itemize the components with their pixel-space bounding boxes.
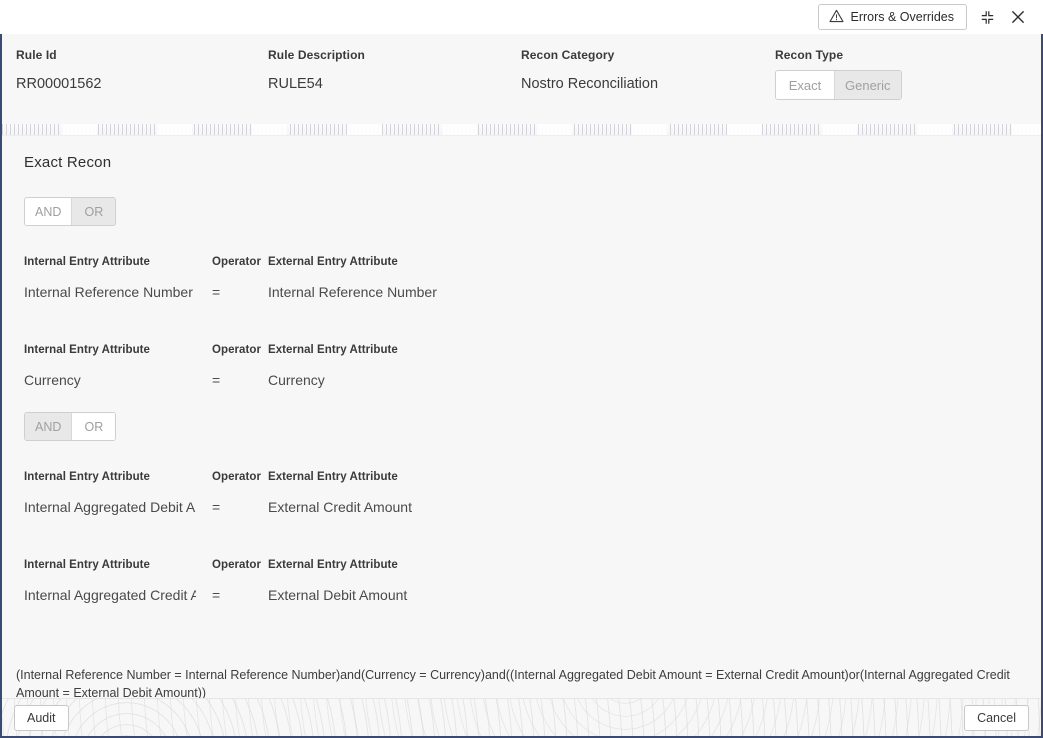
internal-attribute-cell: Internal Entry Attribute Internal Aggreg… — [24, 471, 196, 515]
internal-attribute-header: Internal Entry Attribute — [24, 344, 151, 356]
operator-cell: Operator = — [212, 344, 264, 388]
external-attribute-header: External Entry Attribute — [268, 256, 398, 268]
rule-summary-header: Rule Id RR00001562 Rule Description RULE… — [2, 34, 1041, 124]
external-attribute-value[interactable]: Currency — [268, 372, 568, 388]
condition-row: Internal Entry Attribute Internal Aggreg… — [22, 471, 1027, 533]
external-attribute-value[interactable]: External Credit Amount — [268, 499, 568, 515]
condition-row: Internal Entry Attribute Internal Refere… — [22, 256, 1027, 318]
dialog-footer: Audit Cancel — [2, 698, 1041, 736]
close-icon[interactable] — [1007, 6, 1029, 28]
internal-attribute-value[interactable]: Internal Reference Number — [24, 284, 196, 300]
and-or-toggle-1[interactable]: AND OR — [24, 197, 117, 226]
field-rule-description: Rule Description RULE54 — [268, 48, 365, 92]
internal-attribute-cell: Internal Entry Attribute Internal Aggreg… — [24, 559, 196, 603]
external-attribute-value[interactable]: External Debit Amount — [268, 587, 568, 603]
condition-list-1: Internal Entry Attribute Internal Refere… — [22, 256, 1027, 406]
panel-title: Exact Recon — [24, 154, 112, 171]
operator-header: Operator — [212, 344, 261, 356]
errors-and-overrides-button[interactable]: Errors & Overrides — [817, 4, 967, 30]
internal-attribute-header: Internal Entry Attribute — [24, 559, 151, 571]
internal-attribute-cell: Internal Entry Attribute Currency — [24, 344, 196, 388]
operator-cell: Operator = — [212, 256, 264, 300]
section-divider — [2, 124, 1041, 136]
operator-cell: Operator = — [212, 559, 264, 603]
external-attribute-cell: External Entry Attribute External Credit… — [268, 471, 568, 515]
condition-row: Internal Entry Attribute Currency Operat… — [22, 344, 1027, 406]
operator-header: Operator — [212, 256, 261, 268]
field-recon-type: Recon Type Exact Generic — [775, 48, 902, 100]
rule-id-label: Rule Id — [16, 48, 57, 62]
operator-value[interactable]: = — [212, 499, 264, 515]
internal-attribute-header: Internal Entry Attribute — [24, 471, 151, 483]
operator-cell: Operator = — [212, 471, 264, 515]
collapse-icon[interactable] — [976, 6, 998, 28]
condition-list-2: Internal Entry Attribute Internal Aggreg… — [22, 471, 1027, 621]
exact-recon-panel: Exact Recon AND OR Internal Entry Attrib… — [2, 136, 1041, 656]
external-attribute-header: External Entry Attribute — [268, 471, 398, 483]
operator-header: Operator — [212, 471, 261, 483]
rule-description-label: Rule Description — [268, 48, 365, 62]
field-recon-category: Recon Category Nostro Reconciliation — [521, 48, 658, 92]
recon-category-value: Nostro Reconciliation — [521, 76, 659, 92]
logic-toggle-group-1: AND OR — [24, 197, 1027, 226]
recon-rule-dialog: Errors & Overrides Rule Id RR00001562 Ru… — [0, 0, 1043, 738]
internal-attribute-value[interactable]: Internal Aggregated Debit Amount — [24, 499, 196, 515]
errors-and-overrides-label: Errors & Overrides — [850, 10, 955, 24]
external-attribute-cell: External Entry Attribute Internal Refere… — [268, 256, 568, 300]
recon-type-option-generic[interactable]: Generic — [834, 71, 901, 99]
recon-category-label: Recon Category — [521, 48, 615, 62]
and-or-toggle-2[interactable]: AND OR — [24, 412, 117, 441]
audit-button[interactable]: Audit — [14, 704, 69, 731]
external-attribute-cell: External Entry Attribute External Debit … — [268, 559, 568, 603]
logic-option-or-1[interactable]: OR — [71, 198, 116, 225]
operator-value[interactable]: = — [212, 372, 264, 388]
recon-type-toggle[interactable]: Exact Generic — [775, 70, 902, 100]
external-attribute-cell: External Entry Attribute Currency — [268, 344, 568, 388]
warning-triangle-icon — [828, 9, 844, 26]
internal-attribute-value[interactable]: Currency — [24, 372, 196, 388]
cancel-button[interactable]: Cancel — [964, 704, 1029, 731]
window-toolbar: Errors & Overrides — [0, 0, 1043, 34]
rule-id-value: RR00001562 — [16, 76, 102, 92]
external-attribute-header: External Entry Attribute — [268, 559, 398, 571]
external-attribute-header: External Entry Attribute — [268, 344, 398, 356]
logic-option-or-2[interactable]: OR — [71, 413, 116, 440]
operator-value[interactable]: = — [212, 587, 264, 603]
internal-attribute-cell: Internal Entry Attribute Internal Refere… — [24, 256, 196, 300]
dialog-frame: Rule Id RR00001562 Rule Description RULE… — [0, 34, 1043, 738]
internal-attribute-header: Internal Entry Attribute — [24, 256, 151, 268]
operator-value[interactable]: = — [212, 284, 264, 300]
logic-toggle-group-2: AND OR — [24, 412, 1027, 441]
operator-header: Operator — [212, 559, 261, 571]
recon-type-option-exact[interactable]: Exact — [776, 71, 834, 99]
internal-attribute-value[interactable]: Internal Aggregated Credit Amount — [24, 587, 196, 603]
external-attribute-value[interactable]: Internal Reference Number — [268, 284, 568, 300]
logic-option-and-1[interactable]: AND — [25, 198, 72, 225]
recon-type-label: Recon Type — [775, 48, 844, 62]
field-rule-id: Rule Id RR00001562 — [16, 48, 101, 92]
logic-option-and-2[interactable]: AND — [25, 413, 72, 440]
rule-description-value: RULE54 — [268, 76, 323, 92]
condition-row: Internal Entry Attribute Internal Aggreg… — [22, 559, 1027, 621]
